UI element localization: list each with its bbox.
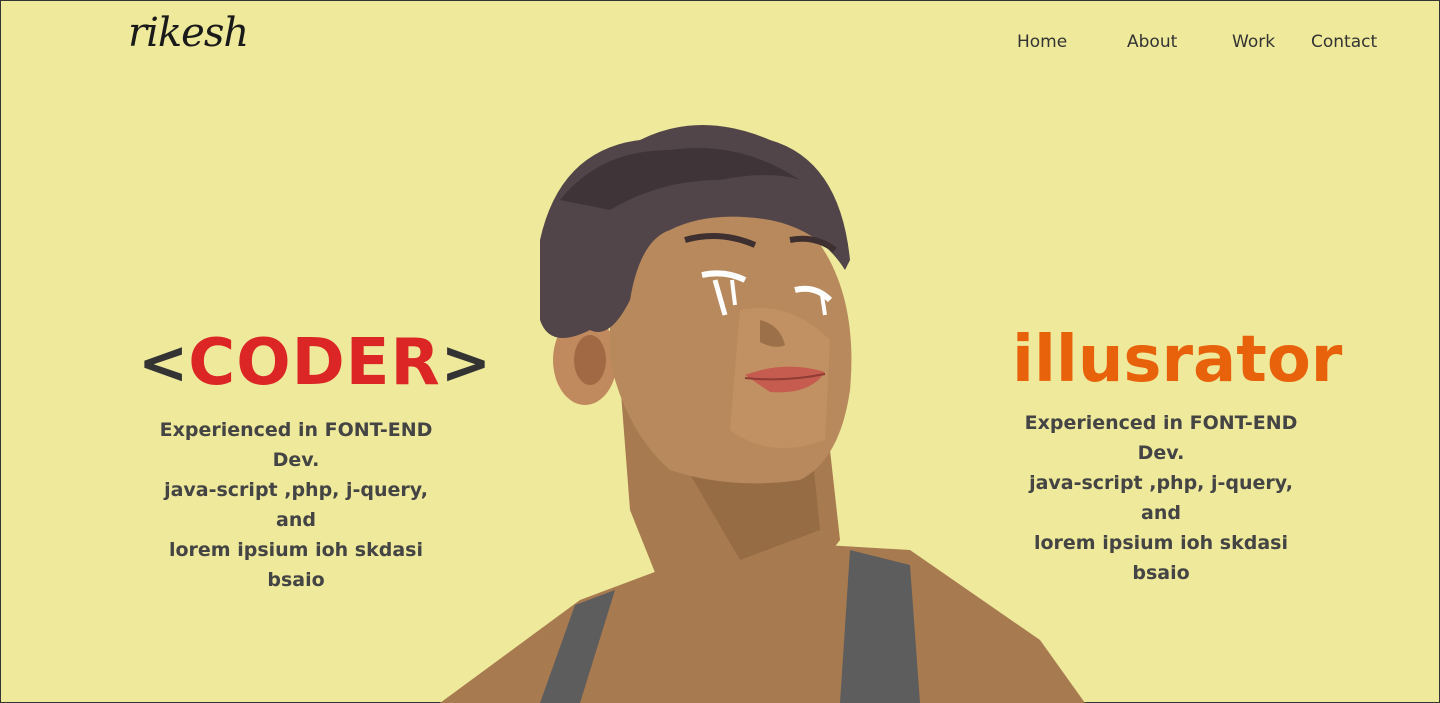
nav-home[interactable]: Home — [1017, 32, 1067, 52]
nav-work[interactable]: Work — [1232, 32, 1275, 52]
coder-title: CODER — [188, 326, 441, 400]
coder-description: Experienced in FONT-END Dev. java-script… — [141, 415, 451, 595]
chevron-right-icon: > — [440, 328, 492, 398]
nav-about[interactable]: About — [1127, 32, 1177, 52]
chevron-left-icon: < — [138, 328, 189, 398]
portrait-illustration — [440, 125, 1085, 703]
illustrator-line-1: Experienced in FONT-END Dev. — [1024, 412, 1298, 464]
illustrator-description: Experienced in FONT-END Dev. java-script… — [1006, 408, 1316, 588]
coder-line-1: Experienced in FONT-END Dev. — [159, 419, 433, 471]
illustrator-title: illusrator — [1012, 323, 1343, 397]
coder-line-2: java-script ,php, j-query, and — [164, 479, 428, 531]
illustrator-line-2: java-script ,php, j-query, and — [1029, 472, 1293, 524]
illustrator-line-3: lorem ipsium ioh skdasi bsaio — [1033, 532, 1288, 584]
nav-contact[interactable]: Contact — [1311, 32, 1377, 52]
coder-heading: < CODER > — [138, 325, 491, 401]
site-logo[interactable]: rikesh — [128, 10, 249, 56]
coder-line-3: lorem ipsium ioh skdasi bsaio — [168, 539, 423, 591]
